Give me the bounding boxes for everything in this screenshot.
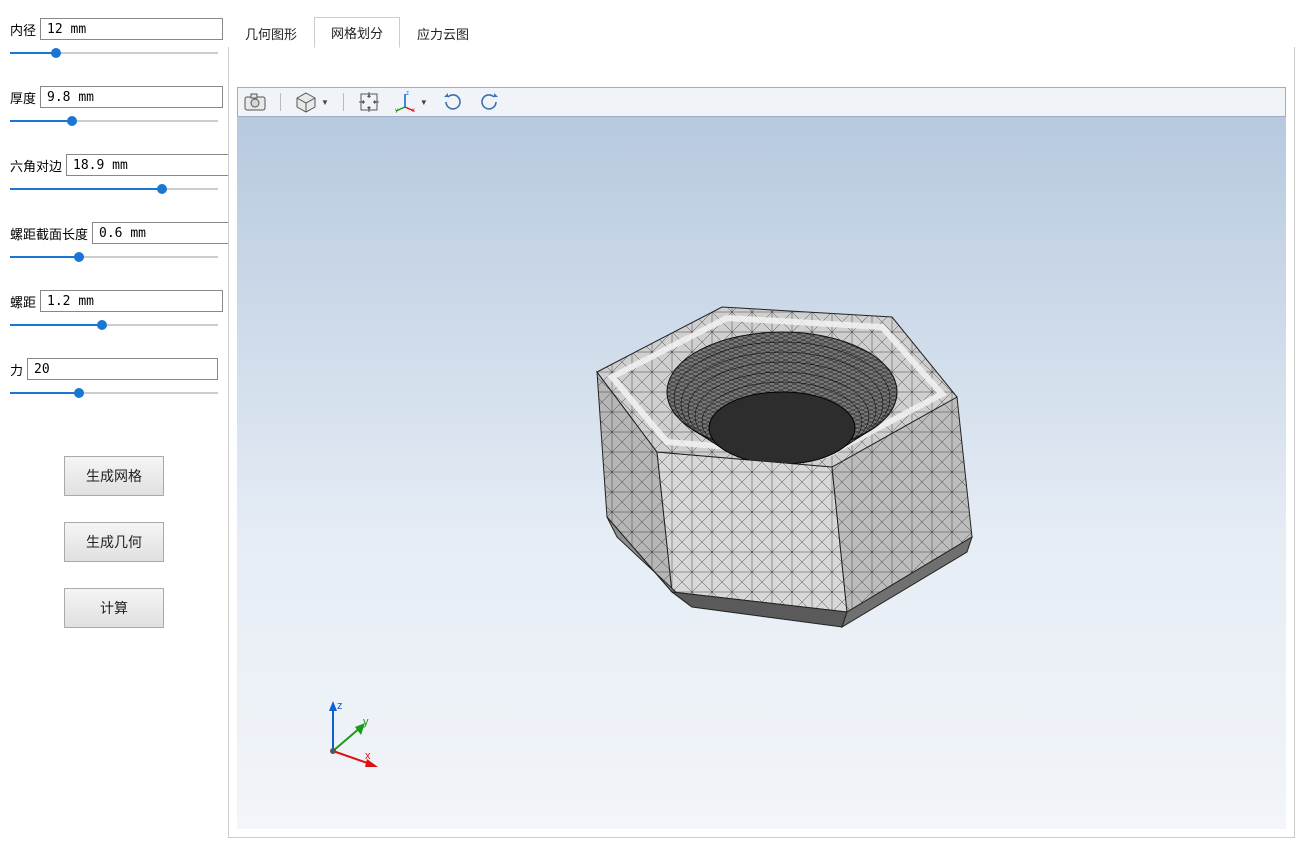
- input-inner-diameter[interactable]: [40, 18, 223, 40]
- slider-thickness[interactable]: [10, 114, 218, 128]
- generate-geometry-button[interactable]: 生成几何: [64, 522, 164, 562]
- label-thickness: 厚度: [10, 88, 36, 107]
- axis-z-label: z: [337, 700, 343, 712]
- axis-y-label: y: [363, 716, 369, 728]
- viewer-toolbar: ▼ z x y ▼: [237, 87, 1286, 117]
- input-force[interactable]: [27, 358, 218, 380]
- input-pitch[interactable]: [40, 290, 223, 312]
- chevron-down-icon: ▼: [420, 98, 428, 107]
- sidebar: 内径 厚度 六角对边: [0, 0, 228, 848]
- input-thickness[interactable]: [40, 86, 223, 108]
- svg-text:y: y: [395, 108, 398, 113]
- camera-icon[interactable]: [244, 92, 266, 112]
- tabs: 几何图形 网格划分 应力云图: [228, 20, 1295, 48]
- axis-orient-icon[interactable]: z x y ▼: [394, 91, 428, 113]
- cube-view-icon[interactable]: ▼: [295, 91, 329, 113]
- param-pitch-section: 螺距截面长度: [10, 222, 218, 264]
- axis-gizmo: z x y: [315, 699, 385, 769]
- svg-text:z: z: [406, 91, 409, 97]
- axis-x-label: x: [365, 750, 371, 762]
- label-force: 力: [10, 360, 23, 379]
- rotate-ccw-icon[interactable]: [478, 91, 500, 113]
- param-pitch: 螺距: [10, 290, 218, 332]
- slider-pitch[interactable]: [10, 318, 218, 332]
- label-inner-diameter: 内径: [10, 20, 36, 39]
- label-pitch: 螺距: [10, 292, 36, 311]
- rotate-cw-icon[interactable]: [442, 91, 464, 113]
- tab-geometry[interactable]: 几何图形: [228, 18, 314, 48]
- param-hex-af: 六角对边: [10, 154, 218, 196]
- chevron-down-icon: ▼: [321, 98, 329, 107]
- param-thickness: 厚度: [10, 86, 218, 128]
- slider-hex-af[interactable]: [10, 182, 218, 196]
- tab-stress[interactable]: 应力云图: [400, 18, 486, 48]
- main-area: 几何图形 网格划分 应力云图 ▼ z x y ▼: [228, 0, 1305, 848]
- viewer-pane: ▼ z x y ▼: [228, 47, 1295, 838]
- svg-text:x: x: [412, 108, 415, 113]
- param-inner-diameter: 内径: [10, 18, 218, 60]
- generate-mesh-button[interactable]: 生成网格: [64, 456, 164, 496]
- slider-inner-diameter[interactable]: [10, 46, 218, 60]
- compute-button[interactable]: 计算: [64, 588, 164, 628]
- label-hex-af: 六角对边: [10, 156, 62, 175]
- tab-mesh[interactable]: 网格划分: [314, 17, 400, 48]
- fit-view-icon[interactable]: [358, 91, 380, 113]
- viewport-3d[interactable]: z x y: [237, 117, 1286, 829]
- hex-nut-mesh: [502, 242, 1022, 662]
- param-force: 力: [10, 358, 218, 400]
- slider-pitch-section[interactable]: [10, 250, 218, 264]
- label-pitch-section: 螺距截面长度: [10, 224, 88, 243]
- slider-force[interactable]: [10, 386, 218, 400]
- input-hex-af[interactable]: [66, 154, 249, 176]
